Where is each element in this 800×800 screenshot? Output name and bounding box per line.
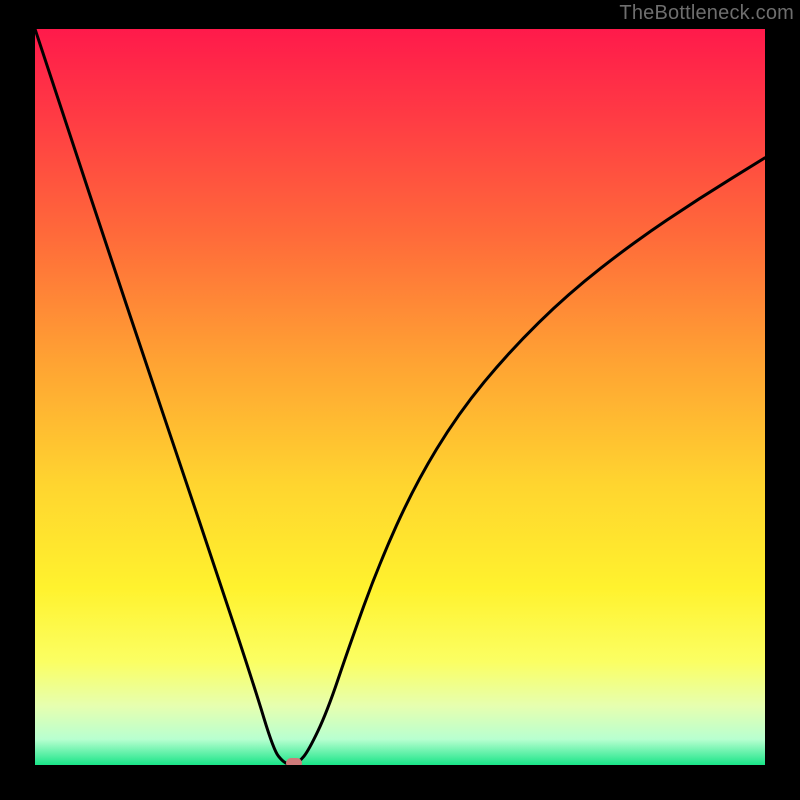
watermark-text: TheBottleneck.com xyxy=(619,2,794,25)
gradient-background xyxy=(35,29,765,765)
gradient-rect xyxy=(35,29,765,765)
chart-frame: TheBottleneck.com xyxy=(0,0,800,800)
plot-area xyxy=(35,29,765,765)
